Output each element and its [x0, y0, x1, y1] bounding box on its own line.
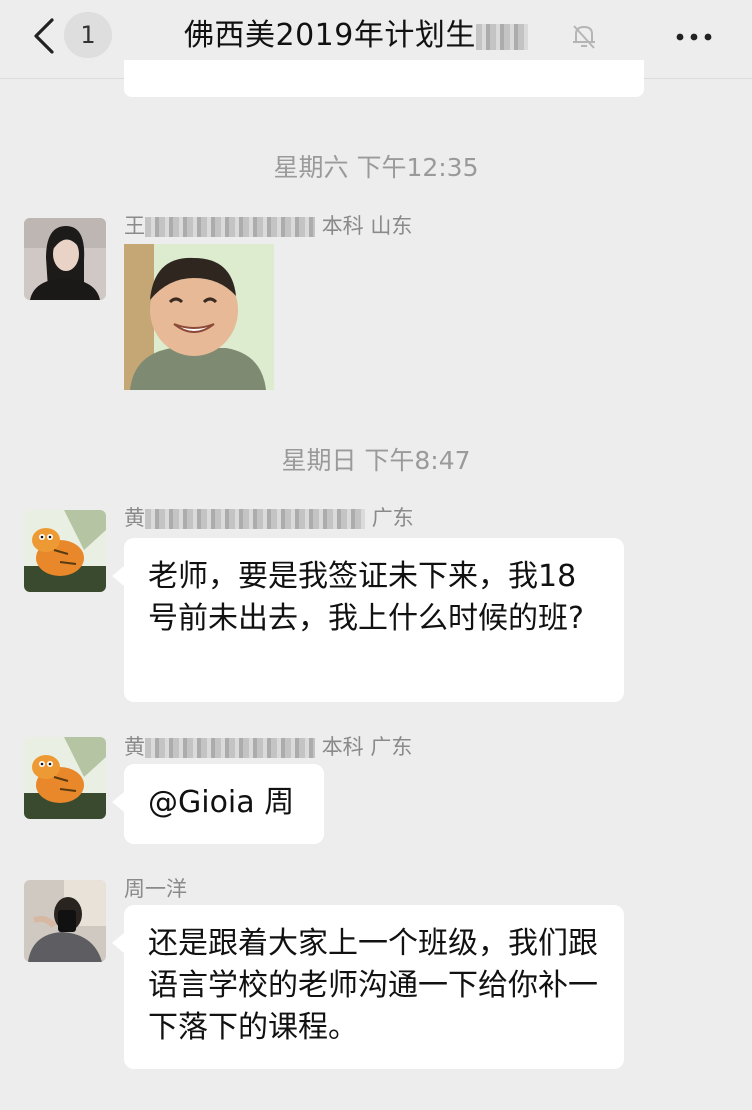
redacted-text [145, 217, 315, 237]
redacted-text [475, 23, 528, 50]
avatar[interactable] [24, 510, 106, 592]
timestamp: 星期六 下午12:35 [273, 153, 479, 182]
sender-name: 黄 本科 广东 [124, 735, 413, 759]
smiling-child-sticker [124, 244, 274, 390]
sticker-image[interactable] [124, 244, 274, 390]
back-chevron-icon[interactable] [26, 14, 66, 58]
timestamp: 星期日 下午8:47 [281, 446, 471, 475]
message-bubble[interactable]: @Gioia 周 [112, 764, 324, 844]
previous-message-bubble [124, 60, 644, 97]
redacted-text [145, 509, 365, 529]
selfie-portrait-icon [24, 880, 106, 962]
woman-portrait-icon [24, 218, 106, 300]
chat-title: 佛西美2019年计划生 [184, 10, 528, 62]
bell-mute-icon [573, 25, 595, 49]
garfield-cat-avatar-icon [24, 510, 106, 592]
message-bubble[interactable]: 老师，要是我签证未下来，我18号前未出去，我上什么时候的班? [112, 538, 624, 702]
more-dots-icon[interactable] [674, 22, 714, 52]
sender-name: 王 本科 山东 [124, 214, 413, 238]
redacted-text [145, 738, 315, 758]
garfield-cat-avatar-icon [24, 737, 106, 819]
sender-name: 黄 广东 [124, 506, 414, 530]
unread-count-badge[interactable]: 1 [64, 12, 112, 58]
avatar[interactable] [24, 737, 106, 819]
sender-name: 周一洋 [124, 877, 187, 901]
avatar[interactable] [24, 218, 106, 300]
avatar[interactable] [24, 880, 106, 962]
message-bubble[interactable]: 还是跟着大家上一个班级，我们跟语言学校的老师沟通一下给你补一下落下的课程。 [112, 905, 624, 1069]
